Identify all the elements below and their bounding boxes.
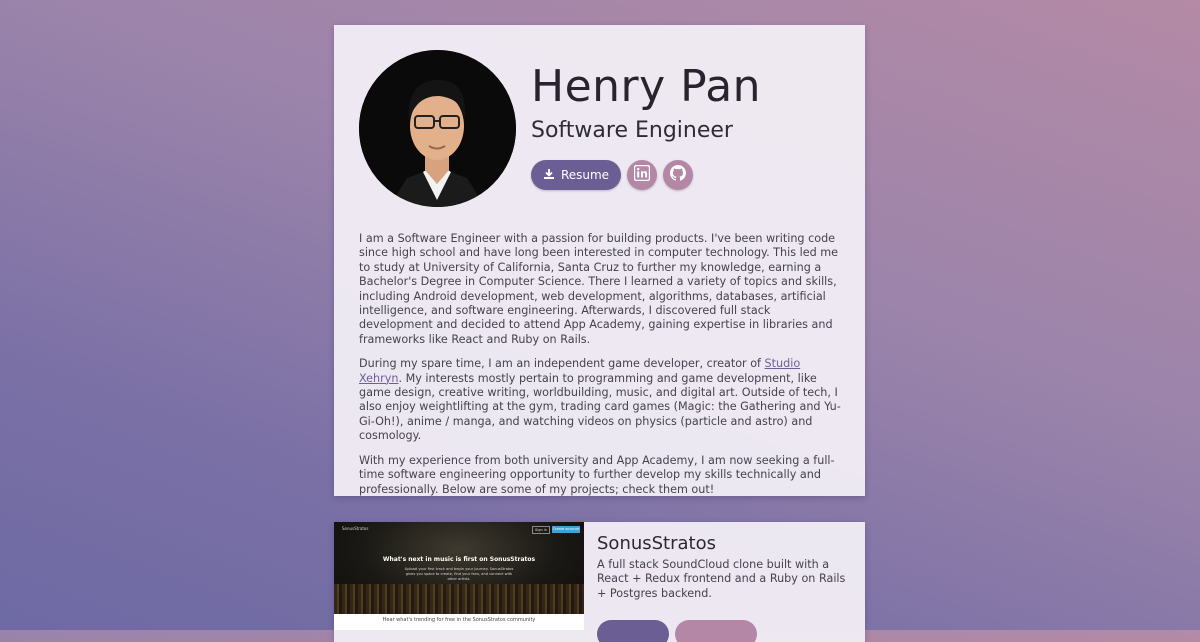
screenshot-create: Create account xyxy=(552,526,580,533)
screenshot-logo: SonusStratos xyxy=(342,526,369,531)
project-title: SonusStratos xyxy=(597,533,716,554)
bio-paragraph: I am a Software Engineer with a passion … xyxy=(359,232,839,346)
profile-title: Software Engineer xyxy=(531,118,733,143)
linkedin-icon xyxy=(633,164,651,185)
screenshot-orchestra-image xyxy=(334,584,584,614)
download-icon xyxy=(543,168,555,183)
bio: I am a Software Engineer with a passion … xyxy=(359,232,844,507)
bio-text: During my spare time, I am an independen… xyxy=(359,357,765,371)
screenshot-headline: What's next in music is first on SonusSt… xyxy=(382,556,536,563)
project-screenshot[interactable]: SonusStratos Sign in Create account What… xyxy=(334,522,584,630)
profile-photo xyxy=(359,50,516,207)
screenshot-hero: SonusStratos Sign in Create account What… xyxy=(334,522,584,614)
profile-avatar xyxy=(359,50,516,207)
screenshot-signin: Sign in xyxy=(532,526,550,534)
screenshot-subtext: Upload your first track and begin your j… xyxy=(404,567,514,581)
project-code-button[interactable] xyxy=(675,620,757,642)
linkedin-button[interactable] xyxy=(627,160,657,190)
github-icon xyxy=(669,164,687,186)
screenshot-caption: Hear what's trending for free in the Son… xyxy=(382,617,536,623)
resume-button-label: Resume xyxy=(560,168,610,182)
project-live-button[interactable] xyxy=(597,620,669,642)
github-button[interactable] xyxy=(663,160,693,190)
bio-paragraph: With my experience from both university … xyxy=(359,453,835,496)
resume-button[interactable]: Resume xyxy=(531,160,621,190)
bio-text: . My interests mostly pertain to program… xyxy=(359,371,841,443)
profile-card: Henry Pan Software Engineer Resume I am … xyxy=(334,25,865,496)
project-card: SonusStratos Sign in Create account What… xyxy=(334,522,865,642)
project-description: A full stack SoundCloud clone built with… xyxy=(597,558,846,600)
profile-name: Henry Pan xyxy=(531,61,762,112)
bio-paragraph: During my spare time, I am an independen… xyxy=(359,357,844,443)
